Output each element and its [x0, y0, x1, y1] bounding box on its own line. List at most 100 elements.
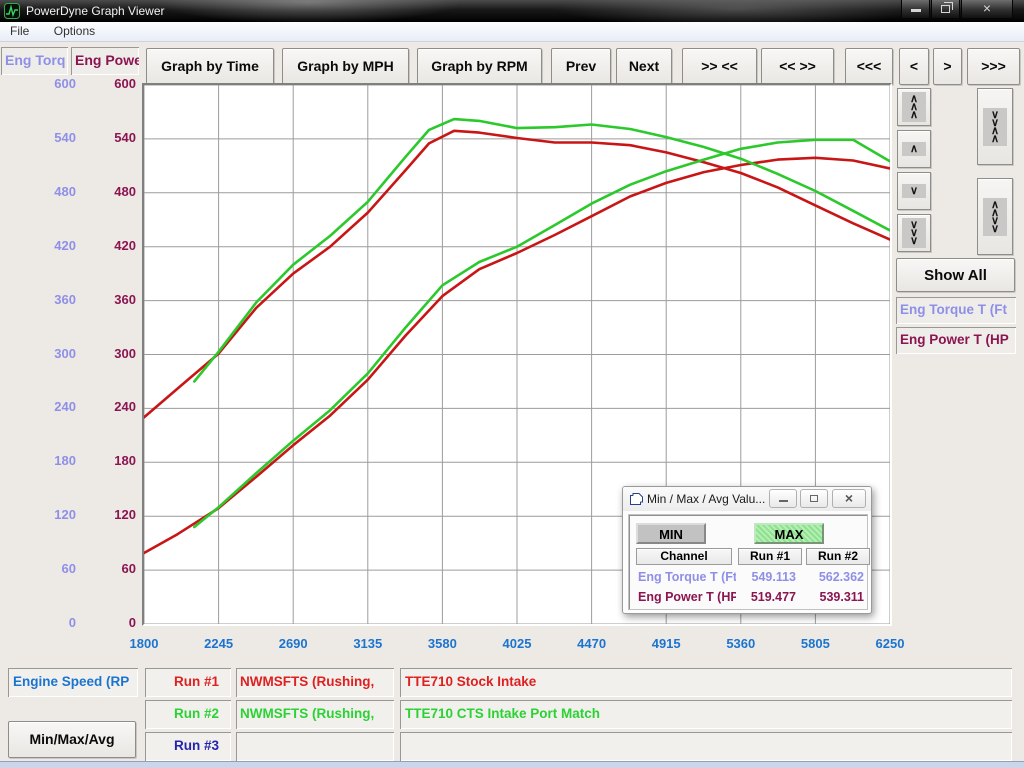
rpm-x-tick: 4915 — [636, 636, 696, 651]
torque-y-tick: 360 — [28, 292, 76, 307]
minmax-column-run2[interactable]: Run #2 — [806, 548, 870, 565]
popup-restore-icon — [810, 495, 818, 502]
popup-restore-button[interactable] — [800, 489, 828, 508]
popup-form-icon — [630, 493, 643, 505]
toolbar-button-[interactable]: >>> — [967, 48, 1020, 85]
show-all-button[interactable]: Show All — [896, 258, 1015, 292]
torque-y-tick: 240 — [28, 399, 76, 414]
chevron-icon: ∨ — [902, 184, 926, 198]
chevron-icon: ∨∨∧∧ — [983, 108, 1007, 146]
scale-down-fast-button[interactable]: ∨∨∨ — [897, 214, 931, 252]
rpm-x-tick: 4025 — [487, 636, 547, 651]
chevron-icon: ∧ — [902, 142, 926, 156]
minmax-channel-name: Eng Torque T (Ft- — [638, 570, 736, 585]
toolbar-button-next[interactable]: Next — [616, 48, 672, 85]
rpm-x-tick: 2690 — [263, 636, 323, 651]
powerdyne-window: { "window": { "title": "PowerDyne Graph … — [0, 0, 1024, 768]
scale-up-button[interactable]: ∧ — [897, 130, 931, 168]
app-icon — [4, 3, 20, 19]
torque-channel-box: Eng Torque T (Ft — [896, 297, 1016, 324]
restore-button[interactable] — [931, 0, 960, 19]
minmax-channel-name: Eng Power T (HP) — [638, 590, 736, 605]
popup-close-icon: × — [845, 490, 853, 506]
toolbar-button-[interactable]: >> << — [682, 48, 757, 85]
legend-description-field: TTE710 CTS Intake Port Match — [400, 700, 1012, 729]
power-y-tick: 600 — [88, 76, 136, 91]
rpm-x-tick: 4470 — [562, 636, 622, 651]
rpm-x-tick: 6250 — [860, 636, 920, 651]
max-toggle-button[interactable]: MAX — [754, 523, 824, 544]
expand-scale-button[interactable]: ∧∧∨∨ — [977, 178, 1013, 255]
power-y-tick: 120 — [88, 507, 136, 522]
minmax-column-channel[interactable]: Channel — [636, 548, 732, 565]
minmax-popup-title: Min / Max / Avg Valu... — [647, 492, 765, 506]
chevron-icon: ∧∧∧ — [902, 92, 926, 122]
power-y-tick: 240 — [88, 399, 136, 414]
torque-y-tick: 120 — [28, 507, 76, 522]
minmax-column-run1[interactable]: Run #1 — [738, 548, 802, 565]
power-y-tick: 60 — [88, 561, 136, 576]
toolbar-button-graph-by-mph[interactable]: Graph by MPH — [282, 48, 409, 85]
rpm-x-tick: 5805 — [785, 636, 845, 651]
minmax-run1-value: 519.477 — [738, 590, 796, 605]
torque-y-tick: 540 — [28, 130, 76, 145]
torque-y-tick: 300 — [28, 346, 76, 361]
window-title: PowerDyne Graph Viewer — [26, 4, 165, 18]
scale-down-button[interactable]: ∨ — [897, 172, 931, 210]
legend-file-field: NWMSFTS (Rushing, — [236, 668, 394, 697]
popup-minimize-button[interactable] — [769, 489, 797, 508]
legend-description-field: TTE710 Stock Intake — [400, 668, 1012, 697]
engine-speed-box: Engine Speed (RP — [8, 668, 138, 697]
legend-run-label: Run #1 — [145, 668, 231, 697]
popup-close-button[interactable]: × — [832, 489, 866, 508]
torque-y-tick: 180 — [28, 453, 76, 468]
scale-up-fast-button[interactable]: ∧∧∧ — [897, 88, 931, 126]
torque-axis-header: Eng Torq — [1, 47, 68, 75]
rpm-x-tick: 1800 — [114, 636, 174, 651]
minmax-run2-value: 562.362 — [806, 570, 864, 585]
toolbar-button-[interactable]: < — [899, 48, 929, 85]
toolbar-button-graph-by-time[interactable]: Graph by Time — [146, 48, 274, 85]
toolbar-button-prev[interactable]: Prev — [551, 48, 611, 85]
toolbar-button-[interactable]: <<< — [845, 48, 893, 85]
titlebar[interactable]: PowerDyne Graph Viewer × — [0, 0, 1024, 22]
minmax-popup-window: Min / Max / Avg Valu... × MIN MAX Channe… — [622, 486, 872, 614]
legend-description-field — [400, 732, 1012, 761]
power-y-tick: 420 — [88, 238, 136, 253]
legend-file-field — [236, 732, 394, 761]
toolbar-button-[interactable]: << >> — [761, 48, 834, 85]
rpm-x-tick: 3580 — [412, 636, 472, 651]
menu-options[interactable]: Options — [44, 22, 105, 40]
rpm-x-tick: 5360 — [711, 636, 771, 651]
legend-run-label: Run #3 — [145, 732, 231, 761]
power-y-tick: 0 — [88, 615, 136, 630]
minimize-button[interactable] — [901, 0, 930, 19]
torque-y-tick: 420 — [28, 238, 76, 253]
minmax-avg-button[interactable]: Min/Max/Avg — [8, 721, 136, 758]
min-toggle-button[interactable]: MIN — [636, 523, 706, 544]
minmax-run2-value: 539.311 — [806, 590, 864, 605]
minmax-popup-titlebar[interactable]: Min / Max / Avg Valu... × — [623, 487, 871, 511]
chevron-icon: ∧∧∨∨ — [983, 198, 1007, 236]
chevron-icon: ∨∨∨ — [902, 218, 926, 248]
window-bottom-edge — [0, 761, 1024, 768]
torque-y-tick: 480 — [28, 184, 76, 199]
power-y-tick: 360 — [88, 292, 136, 307]
torque-y-tick: 60 — [28, 561, 76, 576]
compress-scale-button[interactable]: ∨∨∧∧ — [977, 88, 1013, 165]
toolbar-button-[interactable]: > — [933, 48, 962, 85]
power-y-tick: 300 — [88, 346, 136, 361]
minimize-icon — [911, 9, 921, 12]
restore-icon — [941, 5, 950, 13]
power-y-tick: 480 — [88, 184, 136, 199]
power-axis-header: Eng Power — [71, 47, 139, 75]
rpm-x-tick: 2245 — [189, 636, 249, 651]
close-button[interactable]: × — [961, 0, 1013, 19]
popup-minimize-icon — [779, 500, 788, 502]
menu-file[interactable]: File — [0, 22, 39, 40]
toolbar-button-graph-by-rpm[interactable]: Graph by RPM — [417, 48, 542, 85]
minmax-run1-value: 549.113 — [738, 570, 796, 585]
minmax-panel: MIN MAX Channel Run #1Run #2 Eng Torque T … — [628, 514, 868, 610]
menubar: File Options — [0, 22, 1024, 42]
torque-y-tick: 600 — [28, 76, 76, 91]
